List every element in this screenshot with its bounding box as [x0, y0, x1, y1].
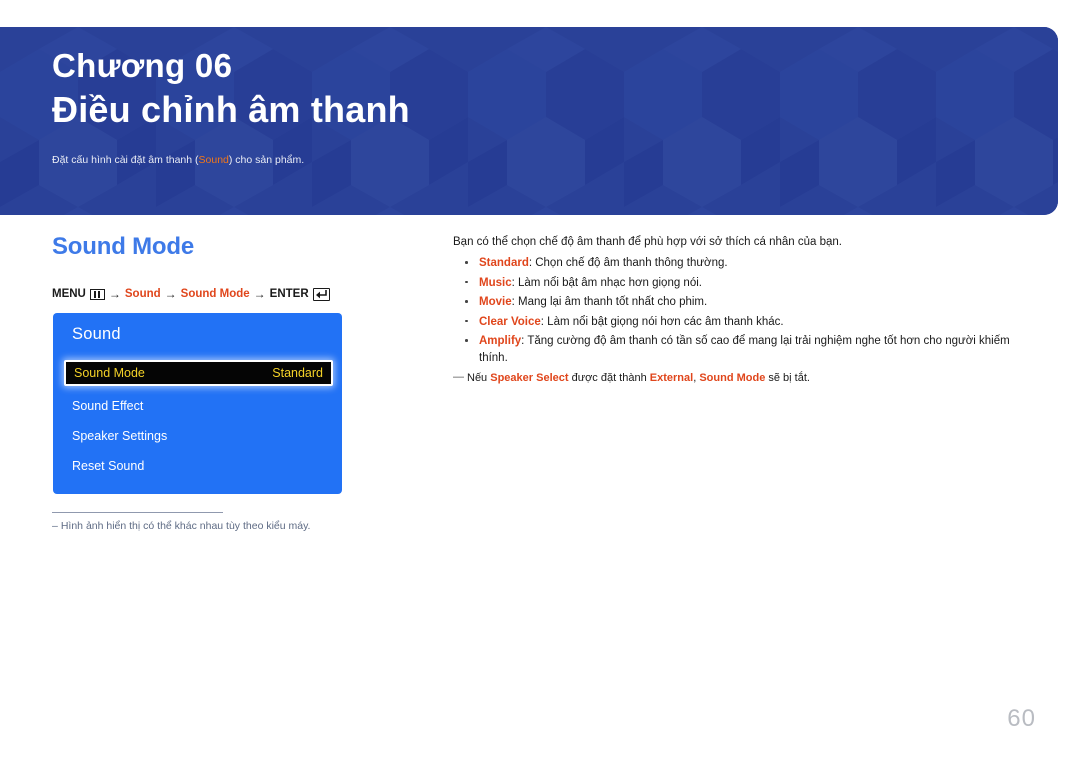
image-footnote: – Hình ảnh hiển thị có thể khác nhau tùy … — [52, 520, 310, 532]
list-item: Music: Làm nổi bật âm nhạc hơn giọng nói… — [453, 275, 1033, 292]
chapter-title: Điều chỉnh âm thanh — [52, 89, 410, 130]
footnote-dash: – — [52, 520, 58, 532]
page-title: Sound Mode — [52, 233, 194, 260]
note-term-speaker-select: Speaker Select — [490, 372, 569, 384]
osd-row-sound-mode[interactable]: Sound Mode Standard — [64, 360, 333, 386]
enter-return-icon — [312, 287, 330, 301]
bullet-dot-icon — [465, 300, 468, 303]
option-term: Clear Voice — [479, 315, 541, 328]
menu-path-menu-label: MENU — [52, 288, 86, 300]
header-subtitle-after: ) cho sản phẩm. — [228, 154, 305, 166]
arrow-icon-2: → — [164, 287, 177, 301]
bullet-dot-icon — [465, 319, 468, 322]
osd-row-value: Standard — [272, 366, 323, 380]
description-column: Bạn có thể chọn chế độ âm thanh để phù h… — [453, 234, 1033, 386]
osd-row-speaker-settings[interactable]: Speaker Settings — [72, 425, 325, 447]
option-desc: : Tăng cường độ âm thanh có tần số cao đ… — [479, 335, 1010, 364]
arrow-icon-3: → — [253, 287, 266, 301]
list-item: Amplify: Tăng cường độ âm thanh có tần s… — [453, 333, 1033, 366]
arrow-icon-1: → — [108, 287, 121, 301]
option-term: Standard — [479, 257, 529, 269]
option-term: Movie — [479, 296, 512, 308]
option-desc: : Chọn chế độ âm thanh thông thường. — [528, 257, 728, 269]
osd-row-sound-effect[interactable]: Sound Effect — [72, 395, 325, 417]
osd-row-label: Speaker Settings — [72, 429, 168, 443]
bullet-dot-icon — [465, 339, 468, 342]
page-number: 60 — [1007, 705, 1036, 732]
header-subtitle-before: Đặt cấu hình cài đặt âm thanh ( — [52, 154, 199, 166]
header-subtitle-highlight: Sound — [198, 154, 229, 166]
menu-bars-icon — [89, 288, 105, 300]
option-term: Music — [479, 276, 512, 289]
note-term-sound-mode: Sound Mode — [699, 372, 766, 384]
note-term-external: External — [649, 372, 694, 384]
speaker-select-note: ― Nếu Speaker Select được đặt thành Exter… — [453, 370, 1033, 386]
osd-menu-title: Sound — [72, 325, 121, 343]
menu-path-step-sound-mode: Sound Mode — [180, 288, 250, 300]
menu-path-breadcrumb: MENU → Sound → Sound Mode → ENTER — [52, 287, 330, 301]
osd-menu-panel: Sound Sound Mode Standard Sound Effect S… — [53, 313, 342, 494]
osd-row-label: Sound Mode — [74, 366, 145, 380]
chapter-header-banner: Chương 06 Điều chỉnh âm thanh Đặt cấu hì… — [0, 27, 1058, 215]
menu-path-step-sound: Sound — [124, 288, 161, 300]
option-desc: : Làm nổi bật giọng nói hơn các âm thanh… — [540, 315, 784, 328]
header-subtitle: Đặt cấu hình cài đặt âm thanh (Sound) ch… — [52, 154, 304, 166]
note-part1: Nếu — [467, 372, 491, 384]
option-desc: : Làm nổi bật âm nhạc hơn giọng nói. — [511, 276, 702, 289]
osd-row-label: Reset Sound — [72, 459, 145, 473]
intro-paragraph: Bạn có thể chọn chế độ âm thanh để phù h… — [453, 236, 842, 248]
footnote-divider — [52, 512, 223, 513]
note-emdash: ― — [453, 371, 464, 383]
list-item: Movie: Mang lại âm thanh tốt nhất cho ph… — [453, 294, 1033, 311]
bullet-dot-icon — [465, 261, 468, 264]
list-item: Clear Voice: Làm nổi bật giọng nói hơn c… — [453, 314, 1033, 331]
note-part2: được đặt thành — [568, 372, 650, 384]
bullet-dot-icon — [465, 280, 468, 283]
option-term: Amplify — [479, 335, 522, 347]
footnote-text: Hình ảnh hiển thị có thể khác nhau tùy t… — [60, 520, 311, 532]
osd-row-label: Sound Effect — [72, 399, 144, 413]
menu-path-enter-label: ENTER — [269, 288, 309, 300]
note-part4: sẽ bị tắt. — [765, 372, 810, 384]
list-item: Standard: Chọn chế độ âm thanh thông thư… — [453, 255, 1033, 272]
sound-mode-options-list: Standard: Chọn chế độ âm thanh thông thư… — [453, 255, 1033, 366]
option-desc: : Mang lại âm thanh tốt nhất cho phim. — [511, 296, 708, 308]
chapter-number: Chương 06 — [52, 47, 233, 84]
osd-row-reset-sound[interactable]: Reset Sound — [72, 455, 325, 477]
